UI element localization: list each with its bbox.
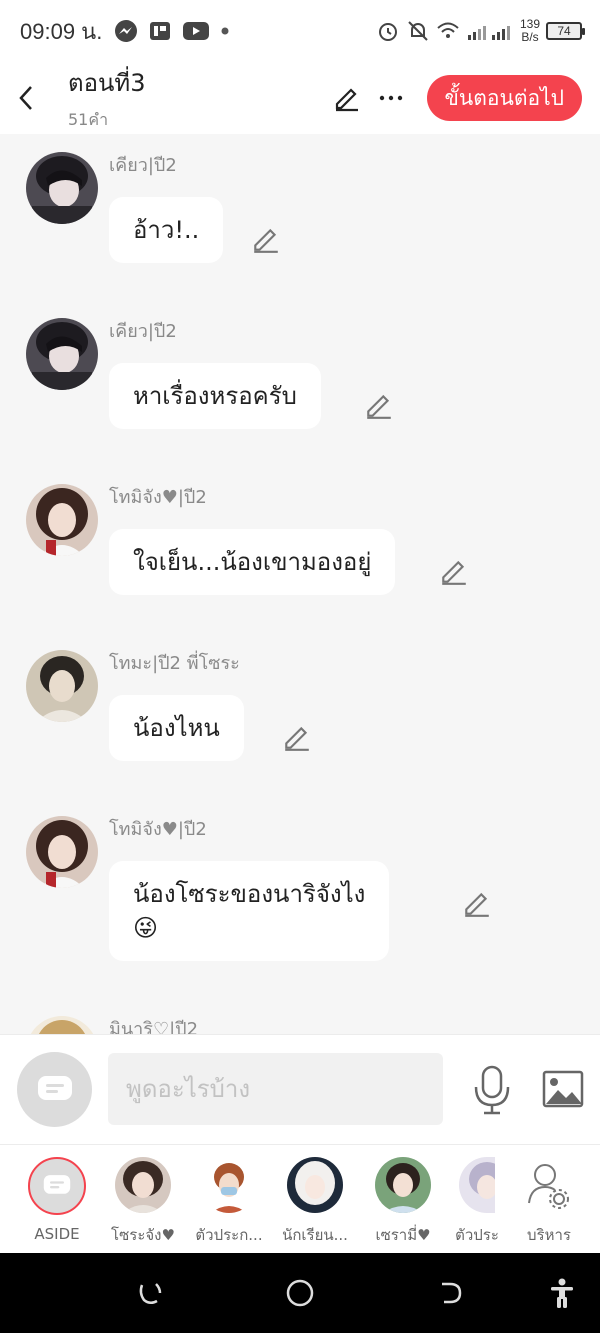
messenger-icon	[115, 20, 138, 42]
image-icon[interactable]	[542, 1070, 584, 1110]
character-avatar	[287, 1157, 343, 1213]
battery-level: 74	[557, 24, 571, 38]
sender-name: มินาริ♡|ปี2	[109, 1019, 199, 1034]
microphone-icon[interactable]	[472, 1065, 512, 1115]
chat-bubble-icon	[37, 1075, 72, 1100]
message-bubble[interactable]: ใจเย็น...น้องเขามองอยู่	[109, 529, 396, 595]
avatar[interactable]	[26, 816, 98, 888]
network-speed: 139 B/s	[520, 18, 540, 44]
aside-button[interactable]	[17, 1052, 92, 1127]
avatar[interactable]	[26, 484, 98, 556]
recent-apps-button[interactable]	[130, 1273, 170, 1313]
input-bar	[0, 1034, 600, 1144]
dot-icon	[221, 27, 229, 35]
network-speed-unit: B/s	[521, 30, 539, 44]
avatar[interactable]	[26, 318, 98, 390]
next-step-button[interactable]: ขั้นตอนต่อไป	[426, 75, 582, 121]
more-icon	[379, 95, 402, 101]
back-button[interactable]	[0, 62, 52, 134]
accessibility-button[interactable]	[542, 1273, 582, 1313]
recent-apps-icon	[139, 1283, 162, 1304]
message-bubble[interactable]: น้องโซระของนาริจังไง 😜	[109, 861, 390, 961]
edit-button[interactable]	[325, 76, 369, 120]
character-item[interactable]: ตัวประก...	[186, 1157, 272, 1247]
character-label: บริหาร	[527, 1226, 571, 1244]
character-label: โซระจัง♥	[111, 1226, 175, 1244]
pencil-icon[interactable]	[364, 390, 394, 420]
page-title: ตอนที่3	[68, 69, 146, 97]
message-bubble[interactable]: น้องไหน	[109, 695, 244, 761]
youtube-icon	[183, 22, 210, 40]
word-count: 51คำ	[68, 110, 109, 129]
message-input[interactable]	[108, 1053, 443, 1125]
app-icon	[150, 22, 171, 40]
character-label: ตัวประก...	[195, 1226, 263, 1244]
character-avatar	[115, 1157, 171, 1213]
title-block: ตอนที่3 51คำ	[68, 63, 146, 133]
sender-name: เคียว|ปี2	[109, 155, 177, 176]
message-text: อ้าว!..	[133, 216, 200, 244]
character-avatar	[375, 1157, 431, 1213]
notification-icons	[114, 19, 230, 43]
character-label: ASIDE	[34, 1225, 80, 1243]
aside-avatar	[28, 1157, 86, 1215]
pencil-icon[interactable]	[282, 722, 312, 752]
back-nav-button[interactable]	[430, 1273, 470, 1313]
pencil-icon[interactable]	[439, 556, 469, 586]
message-emoji: 😜	[133, 914, 159, 942]
character-label: นักเรียน...	[282, 1226, 348, 1244]
character-bar: ASIDE โซระจัง♥ ตัวประก... นักเรียน... เซ…	[0, 1144, 600, 1253]
sender-name: โทมะ|ปี2 พี่โซระ	[109, 653, 240, 674]
character-aside[interactable]: ASIDE	[14, 1157, 100, 1243]
wifi-icon	[437, 22, 459, 38]
message-text: น้องไหน	[133, 714, 220, 742]
character-avatar	[459, 1157, 495, 1213]
message-text: น้องโซระของนาริจังไง	[133, 880, 366, 908]
home-circle-icon	[286, 1279, 314, 1307]
mute-bell-icon	[408, 21, 428, 41]
alarm-icon	[378, 23, 397, 41]
sender-name: โทมิจัง♥|ปี2	[109, 487, 207, 508]
pencil-icon[interactable]	[462, 888, 492, 918]
chat-bubble-icon	[43, 1175, 71, 1194]
pencil-icon[interactable]	[251, 224, 281, 254]
pencil-icon	[335, 88, 358, 112]
message-text: ใจเย็น...น้องเขามองอยู่	[133, 548, 372, 576]
header-actions: ขั้นตอนต่อไป	[325, 75, 582, 121]
character-label: เซรามี่♥	[375, 1226, 431, 1244]
battery-icon: 74	[546, 22, 585, 40]
sender-name: โทมิจัง♥|ปี2	[109, 819, 207, 840]
character-item[interactable]: นักเรียน...	[272, 1157, 358, 1247]
accessibility-icon	[551, 1278, 573, 1308]
avatar[interactable]	[26, 650, 98, 722]
message-text: หาเรื่องหรอครับ	[133, 382, 297, 410]
character-item[interactable]: โซระจัง♥	[100, 1157, 186, 1247]
status-bar: 09:09 น. 139 B/s 74	[0, 0, 600, 62]
message-bubble[interactable]: อ้าว!..	[109, 197, 224, 263]
character-avatar	[201, 1157, 257, 1213]
chat-list[interactable]: เคียว|ปี2 อ้าว!.. เคียว|ปี2 หาเรื่องหรอค…	[0, 134, 600, 1034]
header: ตอนที่3 51คำ ขั้นตอนต่อไป	[0, 62, 600, 134]
message-bubble[interactable]: หาเรื่องหรอครับ	[109, 363, 321, 429]
home-button[interactable]	[280, 1273, 320, 1313]
system-nav-bar	[0, 1253, 600, 1333]
avatar[interactable]	[26, 1016, 98, 1034]
status-right: 139 B/s 74	[376, 18, 585, 44]
signal-icon	[467, 26, 510, 40]
user-settings-icon	[528, 1164, 569, 1209]
character-label: ตัวประ	[455, 1226, 499, 1244]
back-arrow-icon	[442, 1282, 462, 1304]
chevron-left-icon	[19, 86, 32, 110]
admin-button[interactable]: บริหาร	[506, 1157, 592, 1247]
more-button[interactable]	[369, 76, 413, 120]
avatar[interactable]	[26, 152, 98, 224]
status-time: 09:09 น.	[20, 18, 103, 44]
sender-name: เคียว|ปี2	[109, 321, 177, 342]
